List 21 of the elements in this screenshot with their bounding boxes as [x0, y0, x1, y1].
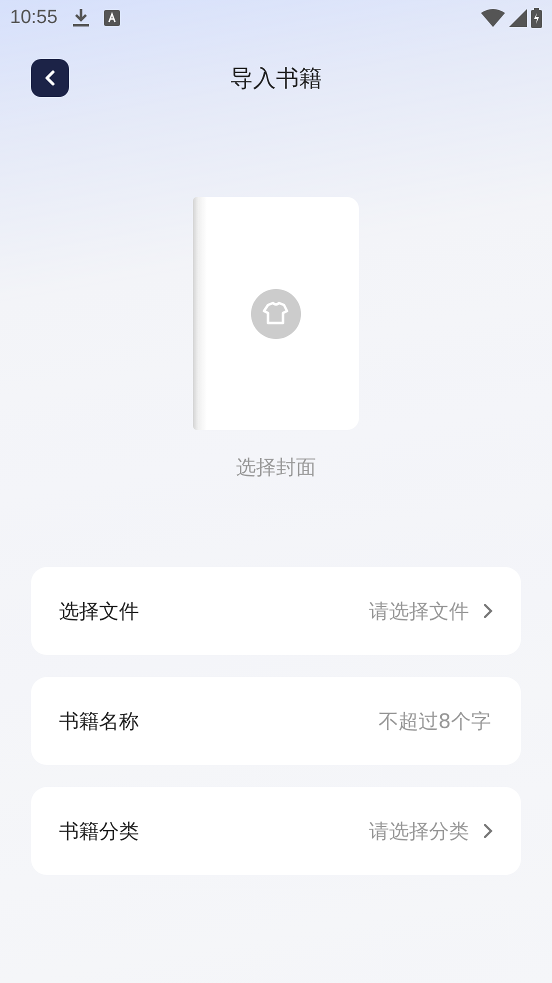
battery-icon: [531, 8, 542, 28]
keyboard-icon: [104, 10, 120, 26]
select-row[interactable]: 选择文件 请选择文件: [31, 567, 521, 655]
download-icon: [72, 8, 90, 28]
field-label: 选择文件: [59, 598, 139, 624]
back-button[interactable]: [31, 58, 69, 96]
input-field[interactable]: 不超过8个字: [293, 708, 493, 734]
signal-icon: [509, 9, 527, 27]
back-icon: [44, 68, 56, 86]
shirt-icon: [251, 288, 301, 338]
page-title: 导入书籍: [230, 64, 322, 94]
field-placeholder: 请选择分类: [369, 818, 469, 844]
field-placeholder: 请选择文件: [369, 598, 469, 624]
cover-caption: 选择封面: [236, 454, 316, 481]
field-label: 书籍名称: [59, 708, 139, 734]
field-label: 书籍分类: [59, 818, 139, 844]
status-time: 10:55: [10, 7, 58, 29]
wifi-icon: [481, 9, 505, 27]
chevron-right-icon: [483, 603, 493, 619]
chevron-right-icon: [483, 823, 493, 839]
select-row[interactable]: 书籍分类 请选择分类: [31, 787, 521, 875]
